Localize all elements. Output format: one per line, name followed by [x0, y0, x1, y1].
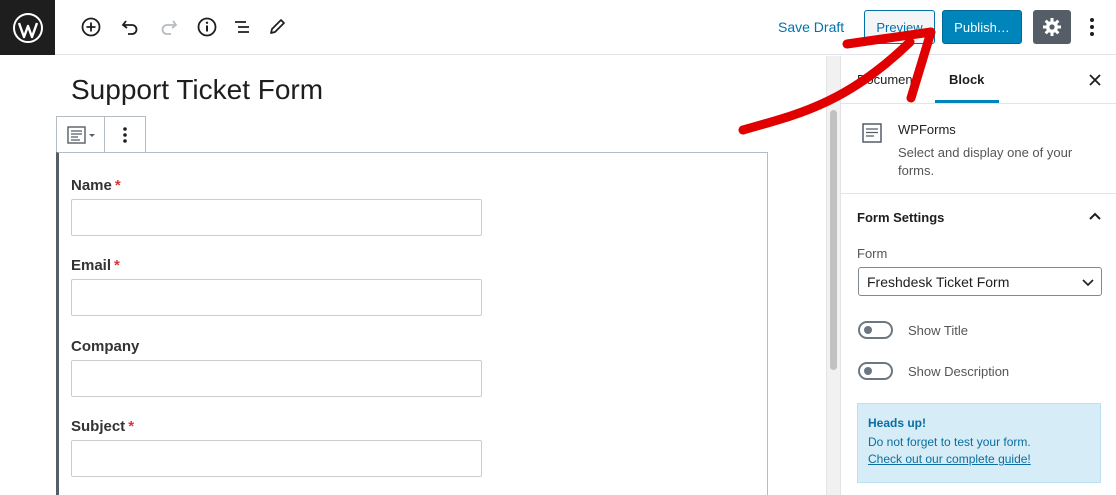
- add-block-icon[interactable]: [77, 13, 105, 41]
- company-input[interactable]: [71, 360, 482, 397]
- tab-block[interactable]: Block: [949, 72, 984, 87]
- block-more-options-button[interactable]: [105, 117, 145, 153]
- info-icon[interactable]: [193, 13, 221, 41]
- undo-icon[interactable]: [116, 13, 144, 41]
- chevron-up-icon[interactable]: [1087, 208, 1103, 224]
- info-notice: Heads up! Do not forget to test your for…: [857, 403, 1101, 483]
- panel-title[interactable]: Form Settings: [857, 210, 944, 225]
- field-label-email: Email *: [71, 257, 120, 274]
- name-input[interactable]: [71, 199, 482, 236]
- email-input[interactable]: [71, 279, 482, 316]
- editor-canvas: Support Ticket Form Name * Email * Company…: [0, 56, 826, 495]
- show-title-label: Show Title: [908, 323, 968, 338]
- wordpress-icon: [12, 12, 43, 43]
- toggle-knob: [864, 326, 872, 334]
- block-title: WPForms: [898, 122, 956, 137]
- field-label-company: Company: [71, 338, 140, 355]
- editor-toolbar: Save Draft Preview Publish…: [0, 0, 1116, 55]
- sidebar-tabs: Document Block: [841, 56, 1116, 104]
- close-sidebar-button[interactable]: [1085, 70, 1105, 90]
- more-options-button[interactable]: [1080, 12, 1104, 42]
- save-draft-button[interactable]: Save Draft: [770, 16, 852, 38]
- scrollbar-thumb[interactable]: [830, 110, 837, 370]
- active-tab-indicator: [935, 100, 999, 103]
- required-marker: *: [114, 257, 120, 274]
- publish-button[interactable]: Publish…: [942, 10, 1022, 44]
- form-select[interactable]: Freshdesk Ticket Form: [858, 267, 1102, 296]
- more-vertical-icon: [1090, 18, 1094, 36]
- show-title-toggle[interactable]: [858, 321, 893, 339]
- editor-scrollbar[interactable]: [826, 56, 840, 495]
- form-select-label: Form: [857, 246, 888, 261]
- required-marker: *: [128, 418, 135, 435]
- more-vertical-icon: [123, 127, 127, 143]
- notice-text: Do not forget to test your form.: [868, 435, 1031, 449]
- toggle-knob: [864, 367, 872, 375]
- preview-button[interactable]: Preview: [864, 10, 935, 44]
- field-label-subject: Subject *: [71, 418, 135, 435]
- tab-document[interactable]: Document: [857, 72, 916, 87]
- notice-title: Heads up!: [868, 416, 927, 430]
- block-toolbar: [56, 116, 146, 153]
- required-marker: *: [114, 177, 121, 194]
- wpforms-block[interactable]: Name * Email * Company Subject *: [56, 152, 768, 495]
- settings-sidebar: Document Block WPForms Select and displa…: [840, 56, 1116, 495]
- chevron-down-icon: [1082, 279, 1094, 287]
- field-label-name: Name *: [71, 177, 121, 194]
- show-description-toggle[interactable]: [858, 362, 893, 380]
- gear-icon: [1043, 18, 1061, 36]
- list-icon[interactable]: [228, 13, 256, 41]
- guide-link[interactable]: Check out our complete guide!: [868, 452, 1090, 466]
- settings-button[interactable]: [1033, 10, 1071, 44]
- block-description: Select and display one of your forms.: [898, 145, 1073, 178]
- form-select-value: Freshdesk Ticket Form: [867, 274, 1010, 290]
- close-icon: [1089, 74, 1101, 86]
- show-description-label: Show Description: [908, 364, 1010, 379]
- form-block-icon: [66, 126, 95, 144]
- block-card: WPForms Select and display one of your f…: [841, 104, 1116, 194]
- subject-input[interactable]: [71, 440, 482, 477]
- pencil-icon[interactable]: [263, 13, 291, 41]
- wordpress-logo[interactable]: [0, 0, 55, 55]
- post-title[interactable]: Support Ticket Form: [71, 74, 323, 106]
- redo-icon[interactable]: [155, 13, 183, 41]
- block-switcher-button[interactable]: [57, 117, 105, 153]
- form-block-icon: [862, 123, 882, 143]
